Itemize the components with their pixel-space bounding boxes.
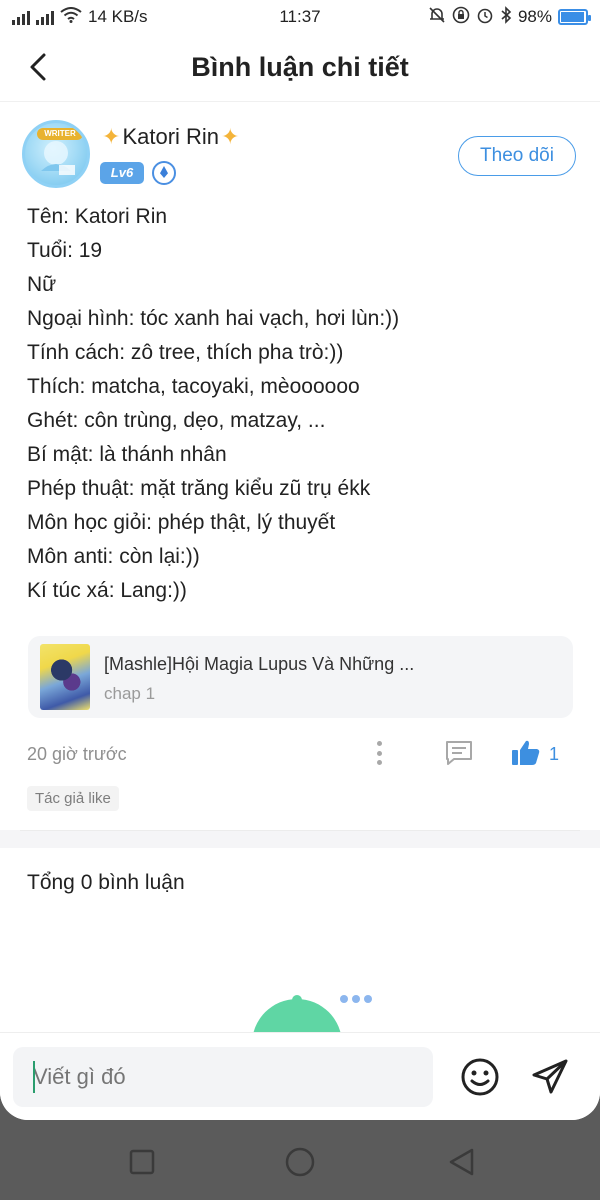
app-header: Bình luận chi tiết (0, 34, 600, 102)
back-arrow-icon[interactable] (22, 50, 56, 84)
back-triangle-nav-icon[interactable] (446, 1146, 478, 1178)
author-name-text: Katori Rin (122, 124, 220, 149)
comment-composer (0, 1032, 600, 1120)
battery-percent: 98% (517, 7, 552, 26)
more-vertical-icon[interactable] (372, 739, 386, 767)
post-content: Tên: Katori Rin Tuổi: 19 Nữ Ngoại hình: … (27, 200, 580, 608)
signal-icon (12, 9, 30, 25)
like-count: 1 (549, 744, 560, 764)
content-line: Tính cách: zô tree, thích pha trò:)) (27, 341, 344, 364)
status-left: 14 KB/s (12, 6, 148, 28)
content-line: Môn học giỏi: phép thật, lý thuyết (27, 511, 336, 534)
avatar[interactable]: WRITER (22, 120, 90, 188)
battery-icon (558, 9, 591, 25)
sparkle-icon: ✦ (102, 124, 121, 149)
story-card[interactable]: [Mashle]Hội Magia Lupus Và Những ... cha… (28, 636, 573, 718)
content-line: Phép thuật: mặt trăng kiểu zũ trụ ékk (27, 477, 371, 500)
page-title: Bình luận chi tiết (191, 52, 409, 82)
send-icon[interactable] (530, 1057, 570, 1097)
story-chapter: chap 1 (104, 684, 156, 703)
bluetooth-icon (500, 5, 512, 29)
status-right: 98% (428, 5, 591, 29)
content-line: Ghét: côn trùng, dẹo, matzay, ... (27, 409, 326, 432)
comment-input[interactable] (13, 1047, 433, 1107)
bell-off-icon (428, 6, 446, 29)
home-circle-nav-icon[interactable] (284, 1146, 316, 1178)
square-nav-icon[interactable] (126, 1146, 158, 1178)
content-line: Tuổi: 19 (27, 239, 103, 262)
typing-dots-icon (340, 995, 372, 1003)
post-meta-row: 20 giờ trước 1 (27, 735, 576, 775)
sparkle-icon: ✦ (221, 124, 240, 149)
wifi-icon (60, 6, 82, 28)
follow-button[interactable]: Theo dõi (458, 136, 576, 176)
level-badge: Lv6 (100, 162, 144, 184)
story-cover (40, 644, 90, 710)
thumbs-up-icon[interactable] (511, 739, 541, 767)
emoji-icon[interactable] (460, 1057, 500, 1097)
alarm-icon (476, 6, 494, 29)
app-screen: 14 KB/s 11:37 98% Bình luận chi tiết WRI… (0, 0, 600, 1120)
content-line: Môn anti: còn lại:)) (27, 545, 200, 568)
status-bar: 14 KB/s 11:37 98% (0, 0, 600, 34)
status-time: 11:37 (279, 7, 321, 26)
author-liked-tag: Tác giả like (27, 786, 119, 811)
author-row: WRITER ✦ Katori Rin ✦ Lv6 Theo dõi (20, 120, 576, 192)
lock-rotation-icon (452, 6, 470, 29)
comment-icon[interactable] (444, 739, 474, 767)
vip-badge-icon (152, 161, 176, 185)
section-divider (0, 830, 600, 848)
story-title: [Mashle]Hội Magia Lupus Và Những ... (104, 654, 415, 674)
network-speed: 14 KB/s (88, 7, 148, 26)
post-time: 20 giờ trước (27, 744, 127, 764)
comment-total: Tổng 0 bình luận (27, 871, 185, 894)
content-line: Kí túc xá: Lang:)) (27, 579, 187, 602)
content-line: Nữ (27, 273, 57, 296)
signal-icon-2 (36, 9, 54, 25)
content-line: Ngoại hình: tóc xanh hai vạch, hơi lùn:)… (27, 307, 400, 330)
content-line: Tên: Katori Rin (27, 205, 168, 228)
content-line: Thích: matcha, tacoyaki, mèoooooo (27, 375, 360, 398)
author-name[interactable]: ✦ Katori Rin ✦ (102, 124, 239, 150)
system-nav-bar (0, 1120, 600, 1200)
content-line: Bí mật: là thánh nhân (27, 443, 227, 466)
battery-fill (561, 12, 585, 22)
text-caret (33, 1061, 35, 1093)
